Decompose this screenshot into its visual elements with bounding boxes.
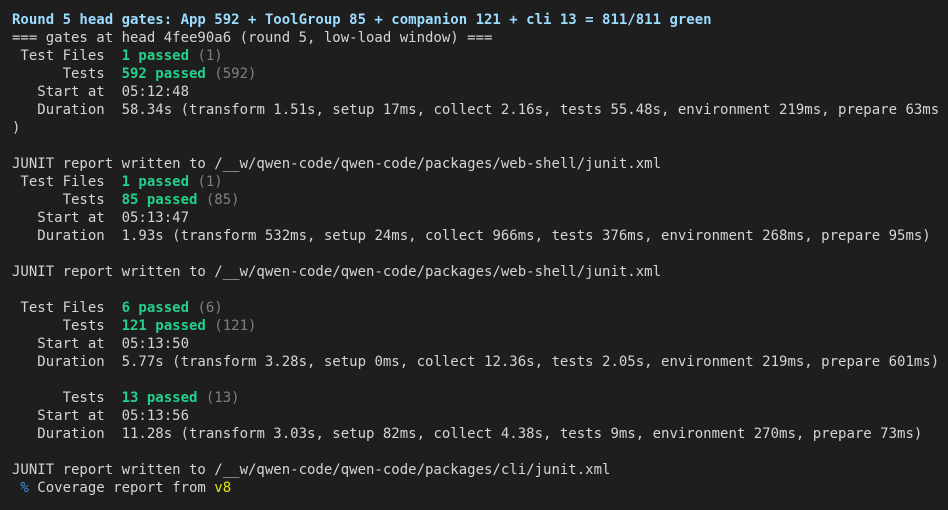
tests-label: Tests bbox=[12, 318, 122, 334]
junit-report-line: JUNIT report written to /__w/qwen-code/q… bbox=[12, 462, 611, 478]
test-files-passed: 1 passed bbox=[121, 48, 190, 64]
tests-row: Tests 13 passed (13) bbox=[12, 389, 948, 407]
duration-row: Duration 58.34s (transform 1.51s, setup … bbox=[12, 101, 948, 119]
test-files-passed: 6 passed bbox=[121, 300, 190, 316]
tests-label: Tests bbox=[12, 66, 122, 82]
summary-title: Round 5 head gates: App 592 + ToolGroup … bbox=[12, 12, 712, 28]
start-row: Start at 05:13:50 bbox=[12, 335, 948, 353]
duration-label: Duration bbox=[12, 426, 122, 442]
start-value: 05:12:48 bbox=[121, 84, 190, 100]
test-files-total: (1) bbox=[189, 174, 223, 190]
start-row: Start at 05:13:56 bbox=[12, 407, 948, 425]
test-files-total: (1) bbox=[189, 48, 223, 64]
coverage-text: Coverage report from bbox=[28, 480, 215, 496]
percent-icon: % bbox=[12, 480, 29, 496]
duration-wrap: ) bbox=[12, 120, 21, 136]
tests-total: (592) bbox=[205, 66, 257, 82]
start-label: Start at bbox=[12, 84, 122, 100]
duration-label: Duration bbox=[12, 354, 122, 370]
start-value: 05:13:50 bbox=[121, 336, 190, 352]
duration-label: Duration bbox=[12, 228, 122, 244]
test-files-row: Test Files 1 passed (1) bbox=[12, 47, 948, 65]
start-label: Start at bbox=[12, 336, 122, 352]
start-row: Start at 05:12:48 bbox=[12, 83, 948, 101]
test-files-total: (6) bbox=[189, 300, 223, 316]
tests-passed: 85 passed bbox=[121, 192, 198, 208]
tests-row: Tests 592 passed (592) bbox=[12, 65, 948, 83]
start-label: Start at bbox=[12, 408, 122, 424]
start-label: Start at bbox=[12, 210, 122, 226]
test-files-label: Test Files bbox=[12, 300, 122, 316]
gates-header: === gates at head 4fee90a6 (round 5, low… bbox=[12, 30, 493, 46]
duration-row: Duration 11.28s (transform 3.03s, setup … bbox=[12, 425, 948, 443]
duration-row: Duration 5.77s (transform 3.28s, setup 0… bbox=[12, 353, 948, 371]
tests-total: (121) bbox=[205, 318, 257, 334]
tests-total: (13) bbox=[197, 390, 240, 406]
test-files-label: Test Files bbox=[12, 174, 122, 190]
tests-passed: 121 passed bbox=[121, 318, 206, 334]
duration-label: Duration bbox=[12, 102, 122, 118]
tests-total: (85) bbox=[197, 192, 240, 208]
start-value: 05:13:56 bbox=[121, 408, 190, 424]
test-files-row: Test Files 6 passed (6) bbox=[12, 299, 948, 317]
test-files-row: Test Files 1 passed (1) bbox=[12, 173, 948, 191]
tests-passed: 592 passed bbox=[121, 66, 206, 82]
tests-label: Tests bbox=[12, 390, 122, 406]
duration-value: 1.93s (transform 532ms, setup 24ms, coll… bbox=[121, 228, 931, 244]
start-row: Start at 05:13:47 bbox=[12, 209, 948, 227]
coverage-line: % Coverage report from v8 bbox=[12, 479, 948, 497]
junit-report-line: JUNIT report written to /__w/qwen-code/q… bbox=[12, 156, 662, 172]
duration-value: 5.77s (transform 3.28s, setup 0ms, colle… bbox=[121, 354, 940, 370]
tests-row: Tests 121 passed (121) bbox=[12, 317, 948, 335]
terminal-output[interactable]: Round 5 head gates: App 592 + ToolGroup … bbox=[0, 0, 948, 510]
junit-report-line: JUNIT report written to /__w/qwen-code/q… bbox=[12, 264, 662, 280]
tests-label: Tests bbox=[12, 192, 122, 208]
duration-row: Duration 1.93s (transform 532ms, setup 2… bbox=[12, 227, 948, 245]
tests-passed: 13 passed bbox=[121, 390, 198, 406]
coverage-provider: v8 bbox=[214, 480, 232, 496]
start-value: 05:13:47 bbox=[121, 210, 190, 226]
test-files-label: Test Files bbox=[12, 48, 122, 64]
duration-value: 11.28s (transform 3.03s, setup 82ms, col… bbox=[121, 426, 923, 442]
tests-row: Tests 85 passed (85) bbox=[12, 191, 948, 209]
duration-value: 58.34s (transform 1.51s, setup 17ms, col… bbox=[121, 102, 940, 118]
test-files-passed: 1 passed bbox=[121, 174, 190, 190]
